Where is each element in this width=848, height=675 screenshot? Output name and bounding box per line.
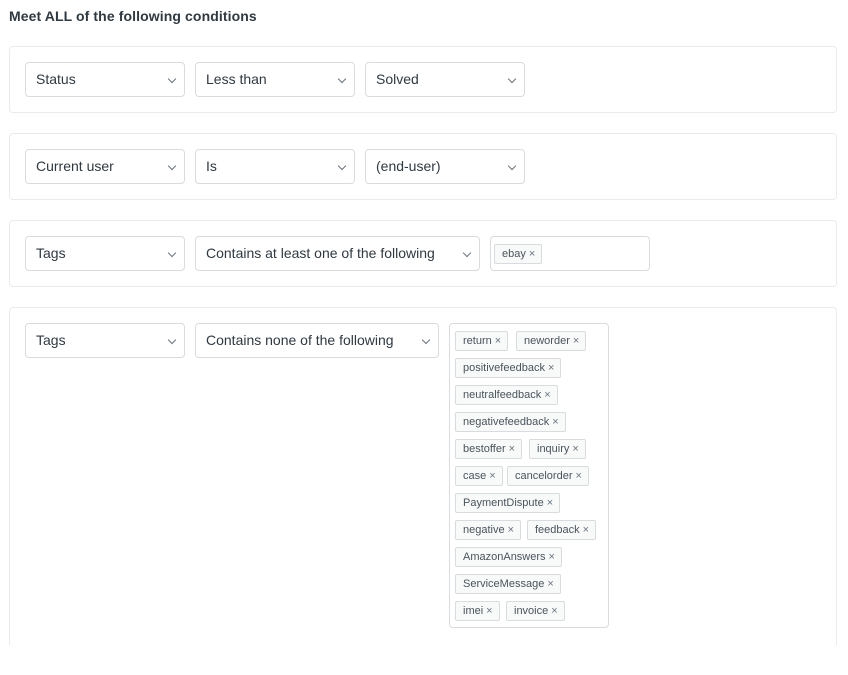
close-icon[interactable]: × bbox=[547, 578, 553, 590]
tag-label: cancelorder bbox=[515, 470, 573, 482]
tag-label: PaymentDispute bbox=[463, 497, 544, 509]
field-select[interactable]: Tags bbox=[25, 236, 185, 271]
value-select[interactable]: (end-user) bbox=[365, 149, 525, 184]
close-icon[interactable]: × bbox=[508, 524, 514, 536]
field-select[interactable]: Current user bbox=[25, 149, 185, 184]
close-icon[interactable]: × bbox=[551, 605, 557, 617]
conditions-heading: Meet ALL of the following conditions bbox=[9, 8, 257, 24]
close-icon[interactable]: × bbox=[547, 497, 553, 509]
field-select[interactable]: Tags bbox=[25, 323, 185, 358]
field-select[interactable]: Status bbox=[25, 62, 185, 97]
tag-label: feedback bbox=[535, 524, 580, 536]
operator-select-value: Less than bbox=[206, 71, 267, 87]
field-select-value: Status bbox=[36, 71, 76, 87]
close-icon[interactable]: × bbox=[489, 470, 495, 482]
tag-chip: negativefeedback × bbox=[455, 412, 566, 432]
chevron-down-icon bbox=[507, 161, 517, 171]
tag-chip: ServiceMessage × bbox=[455, 574, 561, 594]
tag-chip: cancelorder × bbox=[507, 466, 589, 486]
tag-chip: feedback × bbox=[527, 520, 597, 540]
tag-chip: positivefeedback × bbox=[455, 358, 562, 378]
tag-label: inquiry bbox=[537, 443, 570, 455]
operator-select[interactable]: Contains at least one of the following bbox=[195, 236, 480, 271]
field-select-value: Tags bbox=[36, 332, 66, 348]
condition-row-tags-exclude: Tags Contains none of the following retu… bbox=[9, 307, 837, 645]
close-icon[interactable]: × bbox=[549, 551, 555, 563]
operator-select[interactable]: Less than bbox=[195, 62, 355, 97]
tag-label: neworder bbox=[524, 335, 570, 347]
tag-chip: bestoffer × bbox=[455, 439, 523, 459]
operator-select[interactable]: Is bbox=[195, 149, 355, 184]
close-icon[interactable]: × bbox=[486, 605, 492, 617]
tag-label: negative bbox=[463, 524, 505, 536]
tag-label: return bbox=[463, 335, 492, 347]
close-icon[interactable]: × bbox=[583, 524, 589, 536]
tag-label: invoice bbox=[514, 605, 549, 617]
tag-label: imei bbox=[463, 605, 484, 617]
close-icon[interactable]: × bbox=[544, 389, 550, 401]
tag-label: AmazonAnswers bbox=[463, 551, 546, 563]
condition-row-status: Status Less than Solved bbox=[9, 46, 837, 113]
chevron-down-icon bbox=[167, 74, 177, 84]
field-select-value: Current user bbox=[36, 158, 114, 174]
tags-input[interactable]: return × neworder × positivefeedback × neut… bbox=[449, 323, 609, 628]
tag-chip: neworder × bbox=[516, 331, 587, 351]
tag-chip: ebay × bbox=[494, 244, 543, 264]
value-select-value: Solved bbox=[376, 71, 419, 87]
condition-row-tags-include: Tags Contains at least one of the follow… bbox=[9, 220, 837, 287]
tag-label: positivefeedback bbox=[463, 362, 545, 374]
close-icon[interactable]: × bbox=[552, 416, 558, 428]
tags-input[interactable]: ebay × bbox=[490, 236, 650, 271]
tag-label: bestoffer bbox=[463, 443, 506, 455]
close-icon[interactable]: × bbox=[509, 443, 515, 455]
tag-chip: PaymentDispute × bbox=[455, 493, 561, 513]
field-select-value: Tags bbox=[36, 245, 66, 261]
condition-row-current-user: Current user Is (end-user) bbox=[9, 133, 837, 200]
close-icon[interactable]: × bbox=[573, 335, 579, 347]
chevron-down-icon bbox=[421, 335, 431, 345]
chevron-down-icon bbox=[167, 335, 177, 345]
tag-chip: neutralfeedback × bbox=[455, 385, 558, 405]
tag-chip: negative × bbox=[455, 520, 522, 540]
tag-label: neutralfeedback bbox=[463, 389, 542, 401]
close-icon[interactable]: × bbox=[529, 248, 535, 260]
tag-label: case bbox=[463, 470, 487, 482]
tag-label: ebay bbox=[502, 248, 526, 260]
operator-select-value: Contains at least one of the following bbox=[206, 245, 435, 261]
chevron-down-icon bbox=[167, 248, 177, 258]
close-icon[interactable]: × bbox=[575, 470, 581, 482]
chevron-down-icon bbox=[337, 161, 347, 171]
tag-chip: case × bbox=[455, 466, 503, 486]
chevron-down-icon bbox=[337, 74, 347, 84]
tag-label: ServiceMessage bbox=[463, 578, 545, 590]
chevron-down-icon bbox=[462, 248, 472, 258]
close-icon[interactable]: × bbox=[548, 362, 554, 374]
tag-chip: return × bbox=[455, 331, 509, 351]
chevron-down-icon bbox=[167, 161, 177, 171]
operator-select-value: Contains none of the following bbox=[206, 332, 394, 348]
tag-chip: invoice × bbox=[506, 601, 565, 621]
value-select[interactable]: Solved bbox=[365, 62, 525, 97]
tag-label: negativefeedback bbox=[463, 416, 550, 428]
value-select-value: (end-user) bbox=[376, 158, 441, 174]
tag-chip: AmazonAnswers × bbox=[455, 547, 562, 567]
operator-select-value: Is bbox=[206, 158, 217, 174]
chevron-down-icon bbox=[507, 74, 517, 84]
close-icon[interactable]: × bbox=[572, 443, 578, 455]
tag-chip: imei × bbox=[455, 601, 500, 621]
tag-chip: inquiry × bbox=[529, 439, 586, 459]
close-icon[interactable]: × bbox=[495, 335, 501, 347]
operator-select[interactable]: Contains none of the following bbox=[195, 323, 439, 358]
